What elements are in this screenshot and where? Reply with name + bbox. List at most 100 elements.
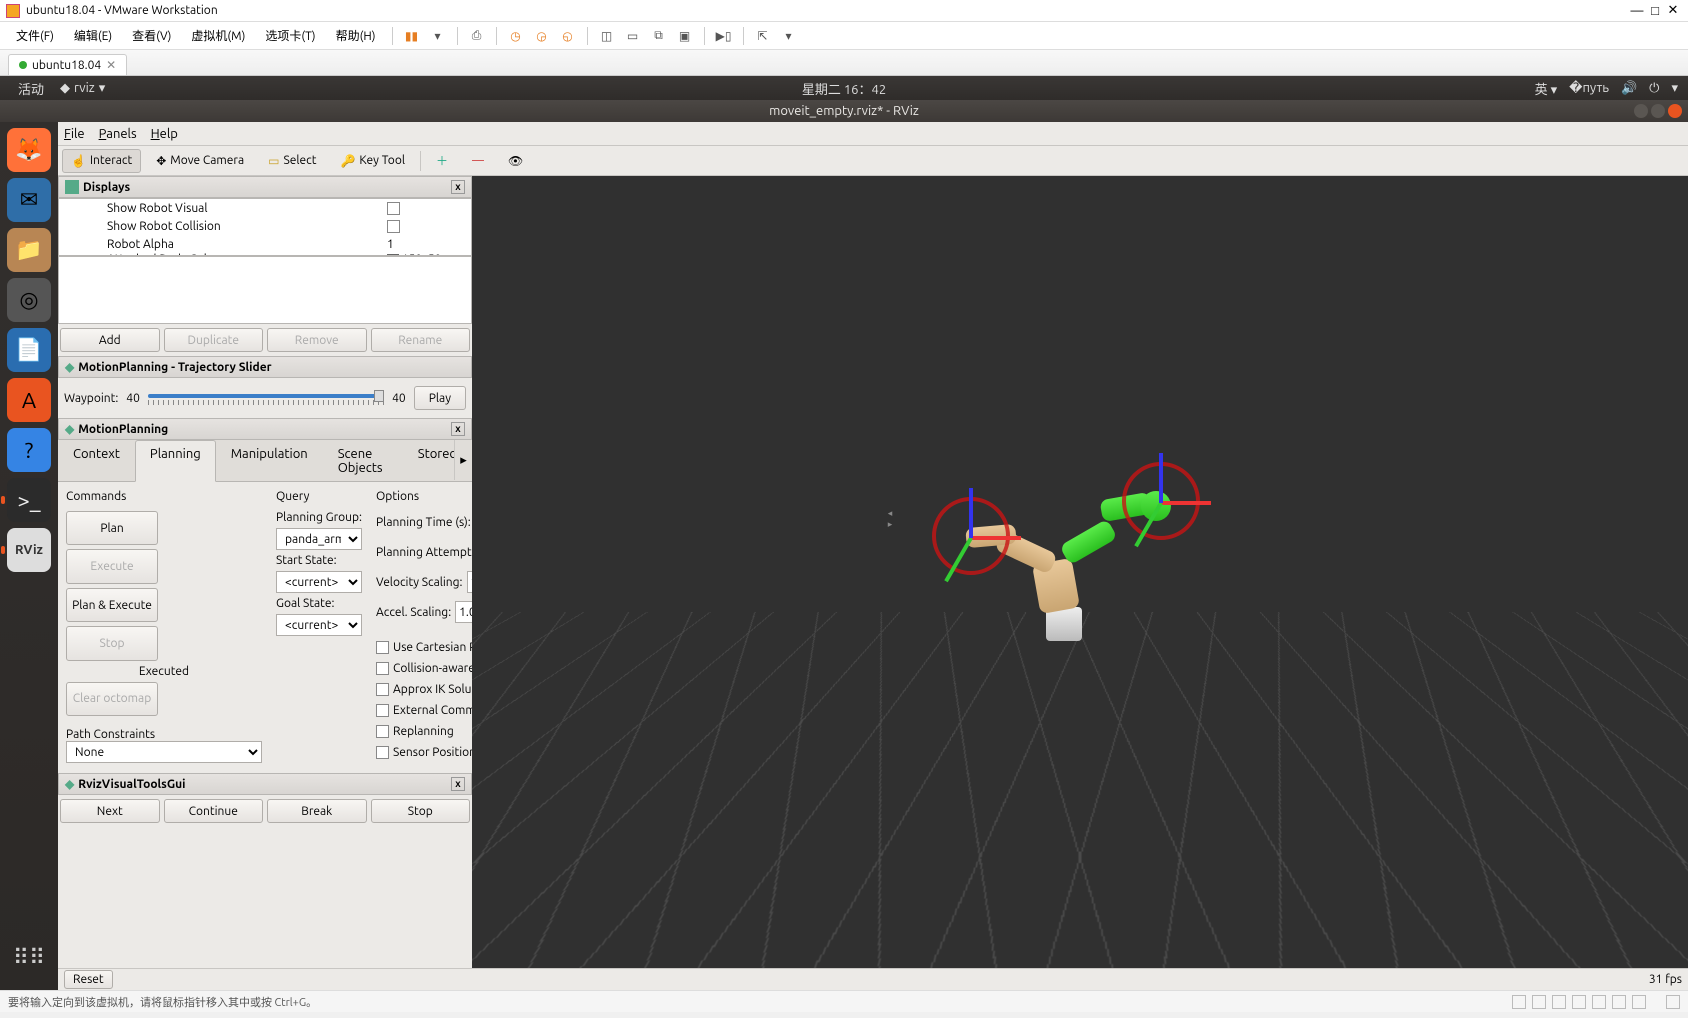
plan-button[interactable]: Plan	[66, 511, 158, 545]
vm-clock3-icon[interactable]: ◵	[557, 26, 579, 46]
vm-clock1-icon[interactable]: ◷	[505, 26, 527, 46]
dock-files-icon[interactable]: 📁	[7, 228, 51, 272]
vm-pause-icon[interactable]: ▮▮	[401, 26, 423, 46]
focus-tool-button[interactable]: 👁	[499, 149, 532, 173]
key-tool[interactable]: 🔑Key Tool	[331, 149, 414, 173]
displays-panel-close[interactable]: x	[451, 180, 465, 194]
rviz-menu-panels[interactable]: Panels	[99, 127, 137, 141]
replanning-checkbox[interactable]	[376, 725, 389, 738]
window-minimize[interactable]: —	[1628, 4, 1646, 18]
clock[interactable]: 星期二 16：42	[802, 79, 886, 98]
window-close[interactable]: ✕	[1664, 3, 1682, 18]
tab-context[interactable]: Context	[58, 440, 135, 481]
input-language[interactable]: 英 ▾	[1535, 79, 1558, 98]
sensor-pos-checkbox[interactable]	[376, 746, 389, 759]
vmware-tab[interactable]: ubuntu18.04 ✕	[8, 54, 127, 75]
status-usb-icon[interactable]	[1572, 995, 1586, 1009]
tab-scene-objects[interactable]: Scene Objects	[323, 440, 403, 481]
vm-layout2-icon[interactable]: ▭	[622, 26, 644, 46]
add-tool-button[interactable]: ＋	[427, 147, 457, 174]
rviz-menu-help[interactable]: Help	[151, 127, 178, 141]
status-sound-icon[interactable]	[1592, 995, 1606, 1009]
rvtools-panel-header[interactable]: ◆ RvizVisualToolsGui x	[58, 773, 472, 795]
mp-panel-close[interactable]: x	[451, 422, 465, 436]
slider-thumb[interactable]	[374, 390, 384, 402]
vm-layout4-icon[interactable]: ▣	[674, 26, 696, 46]
vm-clock2-icon[interactable]: ◶	[531, 26, 553, 46]
render-view-3d[interactable]: ◂▸	[472, 176, 1688, 968]
vm-snapshot-icon[interactable]: ⎙	[466, 26, 488, 46]
status-cd-icon[interactable]	[1532, 995, 1546, 1009]
rviz-menu-file[interactable]: FFileile	[64, 127, 85, 141]
select-tool[interactable]: ▭Select	[259, 149, 325, 173]
remove-tool-button[interactable]: —	[463, 149, 493, 172]
traj-panel-header[interactable]: ◆ MotionPlanning - Trajectory Slider	[58, 356, 472, 378]
tab-manipulation[interactable]: Manipulation	[216, 440, 323, 481]
planning-group-combo[interactable]: panda_arm	[276, 528, 362, 550]
vm-unity-icon[interactable]: ⇱	[752, 26, 774, 46]
dock-software-icon[interactable]: A	[7, 378, 51, 422]
continue-button[interactable]: Continue	[164, 799, 264, 823]
dock-rviz-icon[interactable]: RViz	[7, 528, 51, 572]
power-icon[interactable]: ⏻	[1649, 81, 1659, 96]
add-display-button[interactable]: Add	[60, 328, 160, 352]
vm-layout3-icon[interactable]: ⧉	[648, 26, 670, 46]
app-indicator[interactable]: ◆ rviz ▾	[52, 79, 113, 98]
dock-rhythmbox-icon[interactable]: ◎	[7, 278, 51, 322]
menu-file[interactable]: 文件(F)	[8, 24, 62, 47]
reset-button[interactable]: Reset	[64, 970, 113, 989]
dock-help-icon[interactable]: ?	[7, 428, 51, 472]
move-camera-tool[interactable]: ✥Move Camera	[147, 149, 253, 173]
volume-icon[interactable]: 🔊	[1621, 81, 1637, 96]
window-maximize[interactable]: □	[1646, 3, 1664, 18]
dock-firefox-icon[interactable]: 🦊	[7, 128, 51, 172]
gtk-maximize-icon[interactable]	[1651, 104, 1665, 118]
approx-ik-checkbox[interactable]	[376, 683, 389, 696]
status-net-icon[interactable]	[1552, 995, 1566, 1009]
status-disk-icon[interactable]	[1512, 995, 1526, 1009]
trajectory-slider[interactable]	[148, 391, 384, 405]
start-state-combo[interactable]: <current>	[276, 571, 362, 593]
dock-writer-icon[interactable]: 📄	[7, 328, 51, 372]
mp-panel-header[interactable]: ◆ MotionPlanning x	[58, 418, 472, 440]
dock-thunderbird-icon[interactable]: ✉	[7, 178, 51, 222]
dock-terminal-icon[interactable]: >_	[7, 478, 51, 522]
rvtools-panel-close[interactable]: x	[451, 777, 465, 791]
next-button[interactable]: Next	[60, 799, 160, 823]
goal-gizmo[interactable]	[1116, 456, 1206, 546]
checkbox[interactable]	[387, 220, 400, 233]
vm-unity-dd-icon[interactable]: ▾	[778, 26, 800, 46]
tabs-scroll-right[interactable]: ▸	[454, 440, 472, 480]
menu-vm[interactable]: 虚拟机(M)	[183, 24, 253, 47]
vm-fullscreen-icon[interactable]: ▶▯	[713, 26, 735, 46]
start-gizmo[interactable]	[926, 491, 1016, 581]
displays-tree[interactable]: Show Robot Visual Show Robot Collision R…	[58, 198, 472, 256]
robot-scene[interactable]	[906, 471, 1206, 641]
break-button[interactable]: Break	[267, 799, 367, 823]
goal-state-combo[interactable]: <current>	[276, 614, 362, 636]
gtk-minimize-icon[interactable]	[1634, 104, 1648, 118]
path-constraints-combo[interactable]: None	[66, 741, 262, 763]
vm-dropdown-icon[interactable]: ▾	[427, 26, 449, 46]
tab-planning[interactable]: Planning	[135, 440, 216, 482]
activities-button[interactable]: 活动	[10, 77, 52, 100]
menu-edit[interactable]: 编辑(E)	[66, 24, 120, 47]
menu-view[interactable]: 查看(V)	[124, 24, 179, 47]
system-menu-chevron-icon[interactable]: ▾	[1671, 81, 1678, 96]
checkbox[interactable]	[387, 202, 400, 215]
dock-apps-grid-icon[interactable]: ⠿⠿	[7, 936, 51, 980]
collision-ik-checkbox[interactable]	[376, 662, 389, 675]
splitter-handle[interactable]: ◂▸	[886, 506, 894, 532]
network-icon[interactable]: �путь	[1569, 81, 1609, 96]
displays-panel-header[interactable]: Displays x	[58, 176, 472, 198]
status-display-icon[interactable]	[1632, 995, 1646, 1009]
stop-button[interactable]: Stop	[371, 799, 471, 823]
external-comm-checkbox[interactable]	[376, 704, 389, 717]
menu-help[interactable]: 帮助(H)	[328, 24, 384, 47]
tab-close-icon[interactable]: ✕	[106, 58, 116, 72]
plan-and-execute-button[interactable]: Plan & Execute	[66, 588, 158, 622]
status-printer-icon[interactable]	[1612, 995, 1626, 1009]
vm-layout1-icon[interactable]: ◫	[596, 26, 618, 46]
play-button[interactable]: Play	[414, 386, 466, 410]
status-msg-icon[interactable]	[1666, 995, 1680, 1009]
